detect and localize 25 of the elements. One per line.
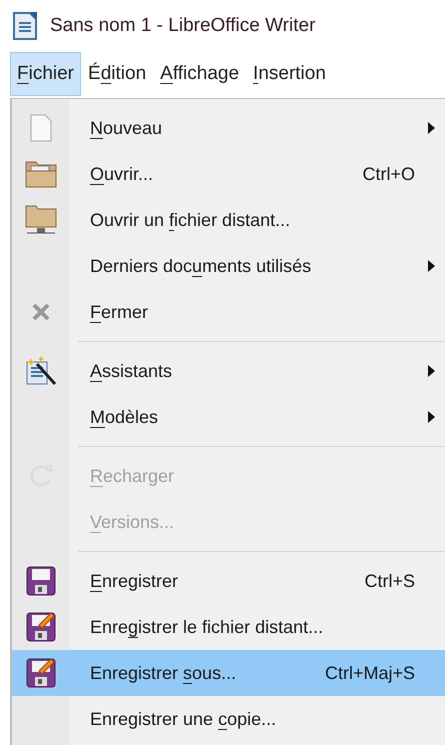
writer-document-icon	[12, 11, 38, 41]
floppy-pen-icon	[25, 657, 57, 689]
menu-item[interactable]: Assistants	[12, 348, 445, 394]
menu-bar-item[interactable]: Édition	[81, 52, 154, 96]
document-icon	[29, 114, 53, 142]
close-icon	[31, 302, 51, 322]
menu-item[interactable]: Enregistrer sous... Ctrl+Maj+S	[12, 650, 445, 696]
menu-item[interactable]: Fermer	[12, 289, 445, 335]
menu-item[interactable]: Ouvrir... Ctrl+O	[12, 151, 445, 197]
menu-item[interactable]: Derniers documents utilisés	[12, 243, 445, 289]
menu-item[interactable]: Ouvrir un fichier distant...	[12, 197, 445, 243]
menu-bar-item[interactable]: Affichage	[153, 52, 246, 96]
floppy-icon	[25, 565, 57, 597]
menu-item[interactable]: Modèles	[12, 394, 445, 440]
floppy-pen-icon	[25, 611, 57, 643]
folder-icon	[25, 159, 57, 189]
wand-document-icon	[25, 356, 57, 386]
menu-bar-item[interactable]: Insertion	[246, 52, 333, 96]
menu-item[interactable]: Enregistrer une copie...	[12, 696, 445, 742]
menu-bar-item[interactable]: Fichier	[10, 52, 82, 96]
network-folder-icon	[25, 204, 57, 236]
window-title: Sans nom 1 - LibreOffice Writer	[50, 14, 316, 38]
menu-item[interactable]: Nouveau	[12, 105, 445, 151]
menu-item[interactable]: Enregistrer Ctrl+S	[12, 558, 445, 604]
menu-item[interactable]: Enregistrer le fichier distant...	[12, 604, 445, 650]
